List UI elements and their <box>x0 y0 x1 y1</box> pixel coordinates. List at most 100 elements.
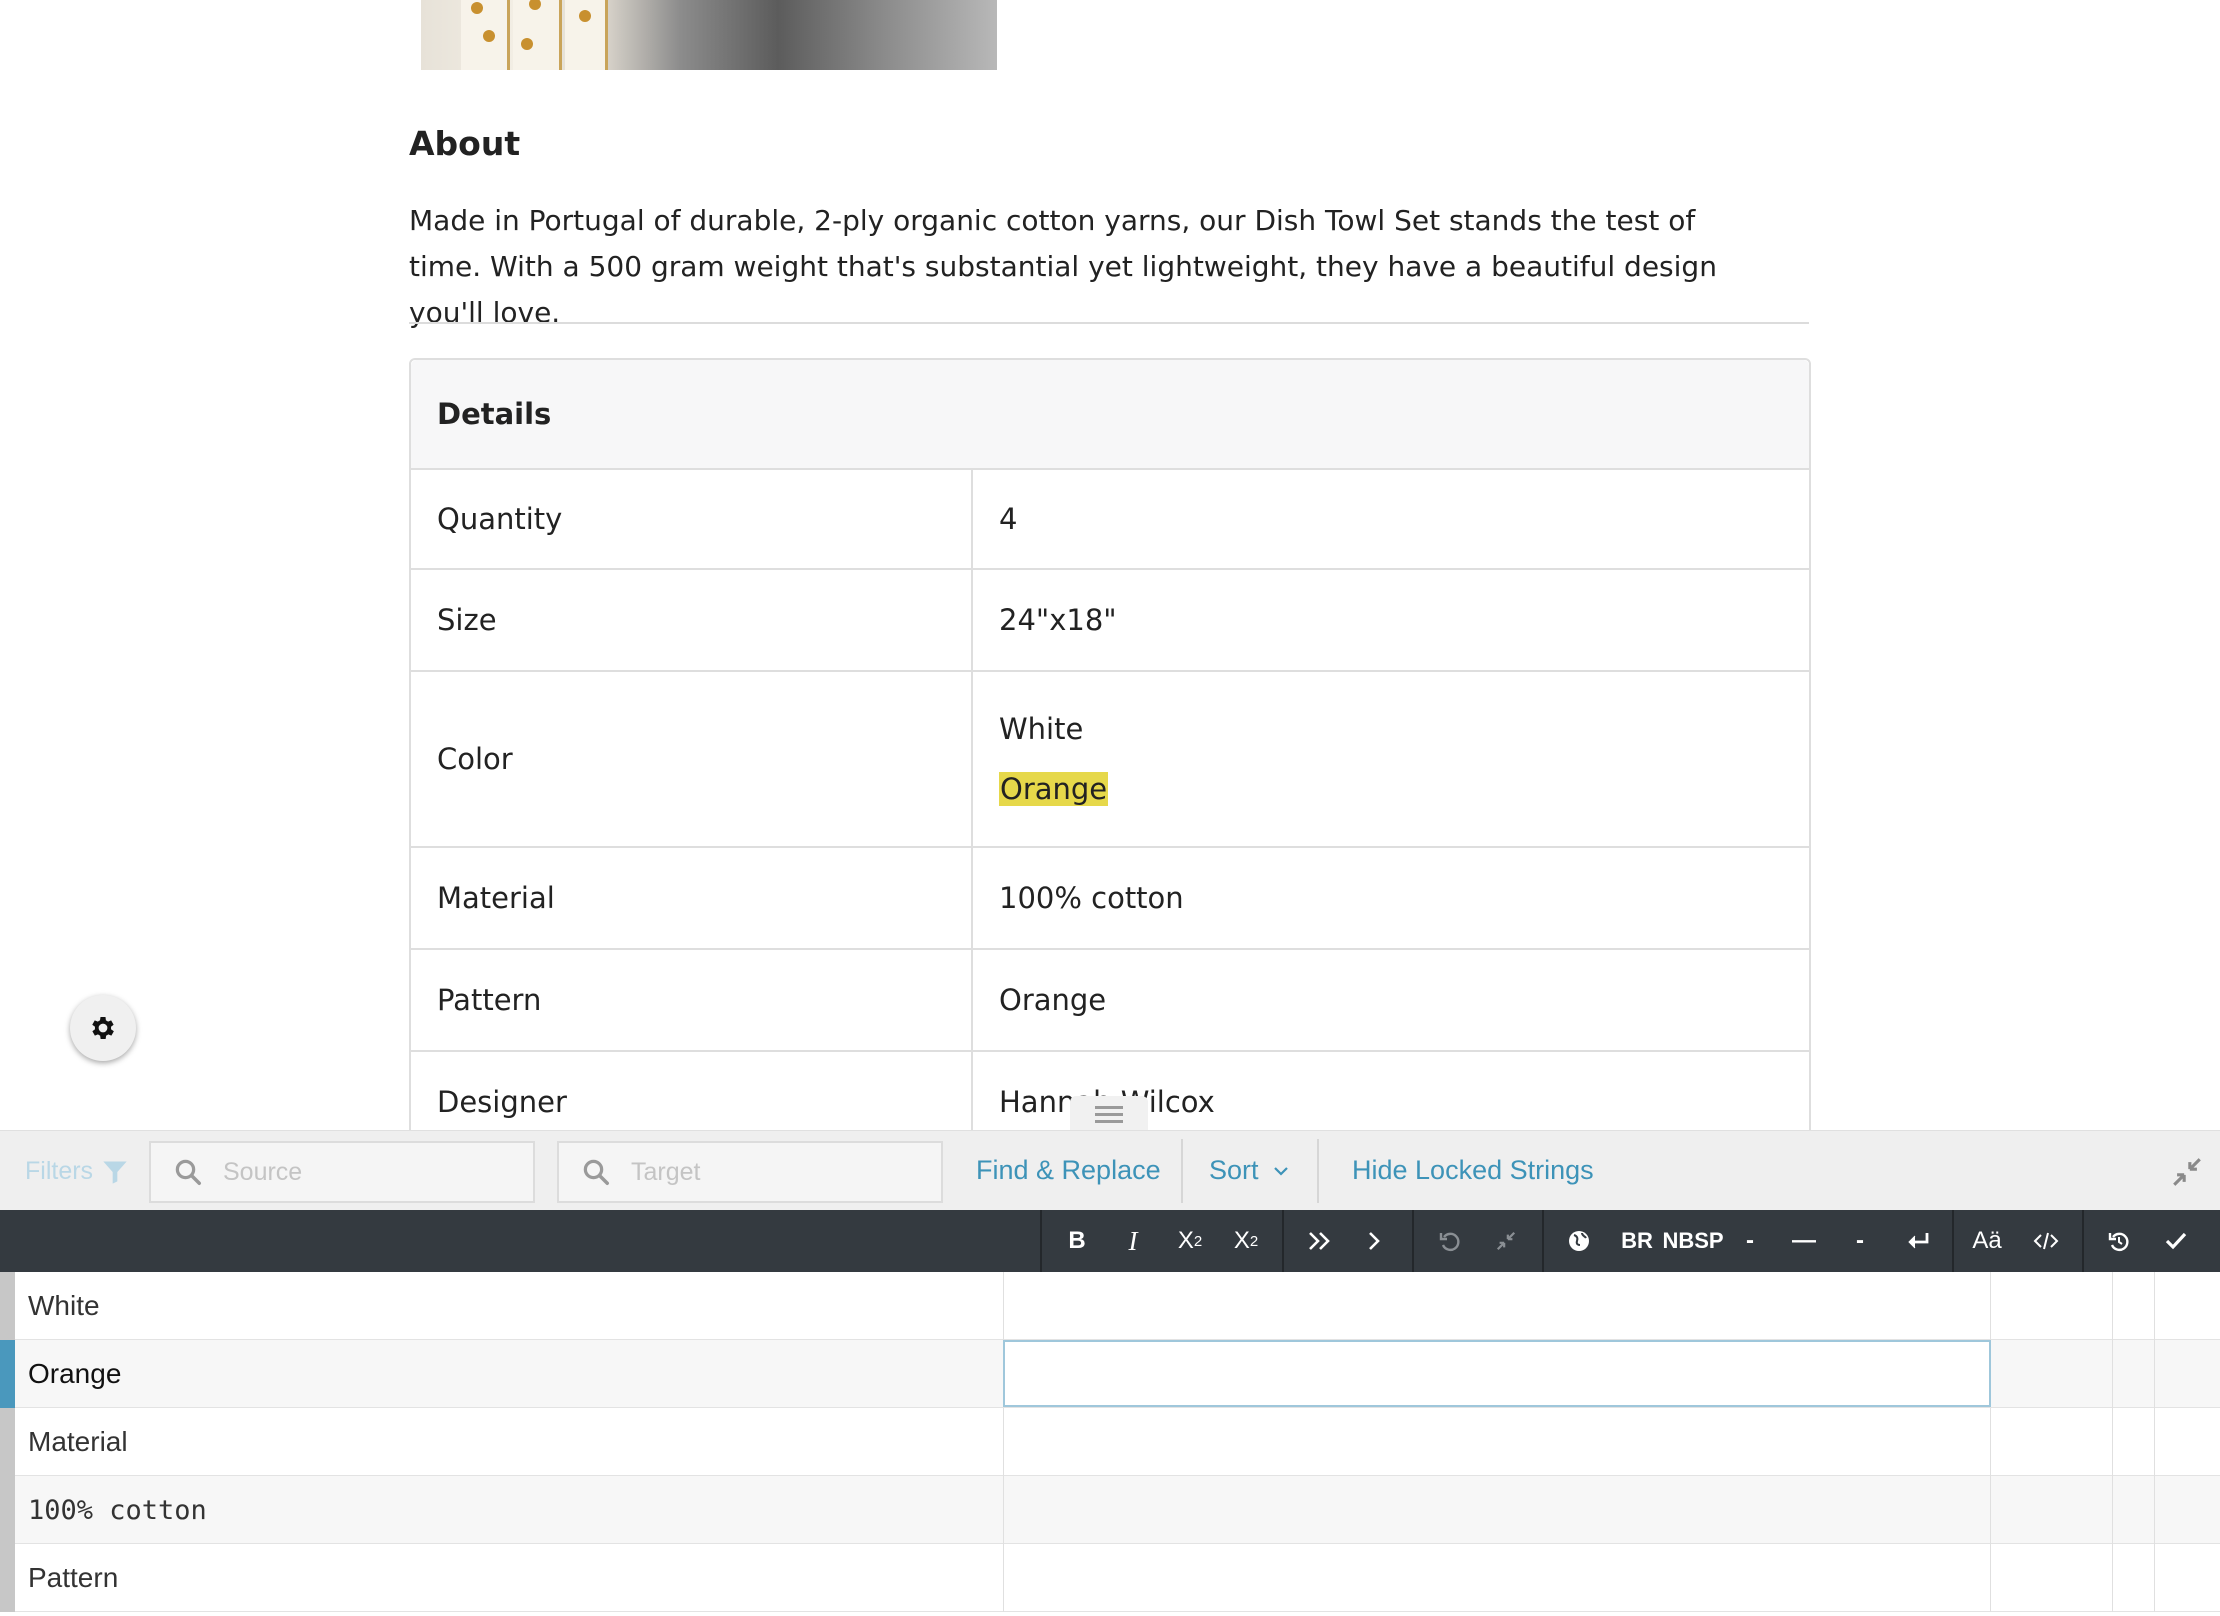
row-status-marker <box>0 1476 15 1544</box>
source-cell: Orange <box>28 1358 122 1389</box>
code-icon <box>2033 1232 2059 1250</box>
filter-icon <box>103 1161 127 1184</box>
copy-all-source-button[interactable] <box>1300 1210 1340 1272</box>
details-key: Pattern <box>411 950 973 1050</box>
details-header: Details <box>411 360 1809 470</box>
drag-handle-icon <box>1095 1106 1123 1123</box>
br-button[interactable]: BR <box>1616 1210 1658 1272</box>
details-key: Size <box>411 570 973 670</box>
target-cell-editing[interactable] <box>1003 1340 1991 1407</box>
sort-dropdown[interactable]: Sort <box>1209 1155 1289 1186</box>
en-dash-button[interactable]: - <box>1846 1210 1874 1272</box>
em-dash-button[interactable]: — <box>1786 1210 1822 1272</box>
details-value: 100% cotton <box>999 881 1184 915</box>
details-key: Quantity <box>411 470 973 568</box>
table-row[interactable]: White <box>0 1272 2220 1340</box>
about-heading: About <box>409 124 521 163</box>
row-status-marker <box>0 1340 15 1408</box>
nbsp-button[interactable]: NBSP <box>1662 1210 1723 1272</box>
subscript-label: X <box>1233 1227 1250 1254</box>
double-chevron-right-icon <box>1309 1232 1330 1250</box>
page-preview: About Made in Portugal of durable, 2-ply… <box>0 0 2220 1130</box>
details-key: Designer <box>411 1052 973 1130</box>
table-row[interactable]: Orange <box>0 1340 2220 1408</box>
chevron-down-icon <box>1273 1166 1288 1176</box>
toolbar-divider <box>1181 1139 1183 1203</box>
settings-button[interactable] <box>70 995 136 1061</box>
details-key: Material <box>411 848 973 948</box>
gear-icon <box>92 1017 114 1039</box>
compress-button[interactable] <box>1486 1210 1526 1272</box>
filters-button[interactable]: Filters <box>25 1157 129 1186</box>
enter-icon <box>1908 1233 1929 1249</box>
italic-button[interactable]: I <box>1112 1210 1154 1272</box>
format-bar: B I X2 X2 BR NBSP - — - Aä <box>0 1210 2220 1272</box>
row-status-marker <box>0 1544 15 1612</box>
collapse-icon[interactable] <box>2170 1155 2204 1189</box>
hyphen-button[interactable]: - <box>1736 1210 1764 1272</box>
divider <box>409 322 1809 324</box>
compress-icon <box>1496 1231 1516 1251</box>
target-cell[interactable] <box>1003 1408 1991 1476</box>
target-search[interactable] <box>557 1141 943 1203</box>
line-break-button[interactable] <box>1898 1210 1938 1272</box>
table-row[interactable]: Material <box>0 1408 2220 1476</box>
subscript-mark: 2 <box>1249 1232 1259 1250</box>
product-image <box>421 0 997 70</box>
source-search[interactable] <box>149 1141 535 1203</box>
target-cell[interactable] <box>1003 1476 1991 1544</box>
search-icon <box>583 1159 609 1185</box>
details-row: Pattern Orange <box>411 950 1809 1052</box>
editor-toolbar: Filters Find & Replace Sort Hide Locked … <box>0 1130 2220 1211</box>
superscript-mark: 2 <box>1193 1232 1203 1250</box>
confirm-button[interactable] <box>2156 1210 2196 1272</box>
details-row: Quantity 4 <box>411 470 1809 570</box>
source-search-input[interactable] <box>221 1156 525 1188</box>
sort-label: Sort <box>1209 1155 1259 1185</box>
details-value: 24"x18" <box>999 603 1117 637</box>
about-paragraph: Made in Portugal of durable, 2-ply organ… <box>409 204 1717 329</box>
details-row: Color White Orange <box>411 672 1809 848</box>
details-value: Orange <box>999 983 1107 1017</box>
search-icon <box>175 1159 201 1185</box>
table-row[interactable]: 100% cotton <box>0 1476 2220 1544</box>
string-grid: White Orange Material 100% cotton Patter… <box>0 1272 2220 1616</box>
highlighted-string[interactable]: Orange <box>999 772 1109 806</box>
hide-locked-strings-button[interactable]: Hide Locked Strings <box>1352 1155 1594 1186</box>
details-value: 4 <box>999 502 1018 536</box>
target-cell[interactable] <box>1003 1272 1991 1340</box>
superscript-label: X <box>1177 1227 1194 1254</box>
details-value: White <box>999 712 1084 746</box>
target-search-input[interactable] <box>629 1156 933 1188</box>
toolbar-divider <box>1317 1139 1319 1203</box>
source-cell: 100% cotton <box>28 1494 207 1526</box>
history-icon <box>2108 1232 2129 1252</box>
source-cell: Pattern <box>28 1562 119 1593</box>
details-row: Material 100% cotton <box>411 848 1809 950</box>
details-table: Details Quantity 4 Size 24"x18" Color Wh… <box>409 358 1811 1130</box>
find-replace-button[interactable]: Find & Replace <box>976 1155 1161 1186</box>
undo-button[interactable] <box>1430 1210 1470 1272</box>
history-button[interactable] <box>2100 1210 2138 1272</box>
table-row[interactable]: Pattern <box>0 1544 2220 1612</box>
source-cell: Material <box>28 1426 128 1457</box>
case-button[interactable]: Aä <box>1968 1210 2006 1272</box>
globe-button[interactable] <box>1562 1210 1596 1272</box>
details-heading: Details <box>437 397 552 431</box>
target-cell[interactable] <box>1003 1544 1991 1612</box>
globe-icon <box>1569 1231 1589 1251</box>
subscript-button[interactable]: X2 <box>1224 1210 1268 1272</box>
row-status-marker <box>0 1408 15 1476</box>
check-icon <box>2165 1232 2187 1250</box>
chevron-right-icon <box>1369 1232 1380 1250</box>
copy-source-button[interactable] <box>1354 1210 1394 1272</box>
bold-button[interactable]: B <box>1056 1210 1098 1272</box>
superscript-button[interactable]: X2 <box>1168 1210 1212 1272</box>
filters-label: Filters <box>25 1157 94 1185</box>
details-key: Color <box>411 672 973 846</box>
details-row: Size 24"x18" <box>411 570 1809 672</box>
source-cell: White <box>28 1290 100 1321</box>
panel-resize-handle[interactable] <box>1070 1096 1148 1132</box>
code-button[interactable] <box>2026 1210 2066 1272</box>
undo-icon <box>1439 1232 1460 1252</box>
